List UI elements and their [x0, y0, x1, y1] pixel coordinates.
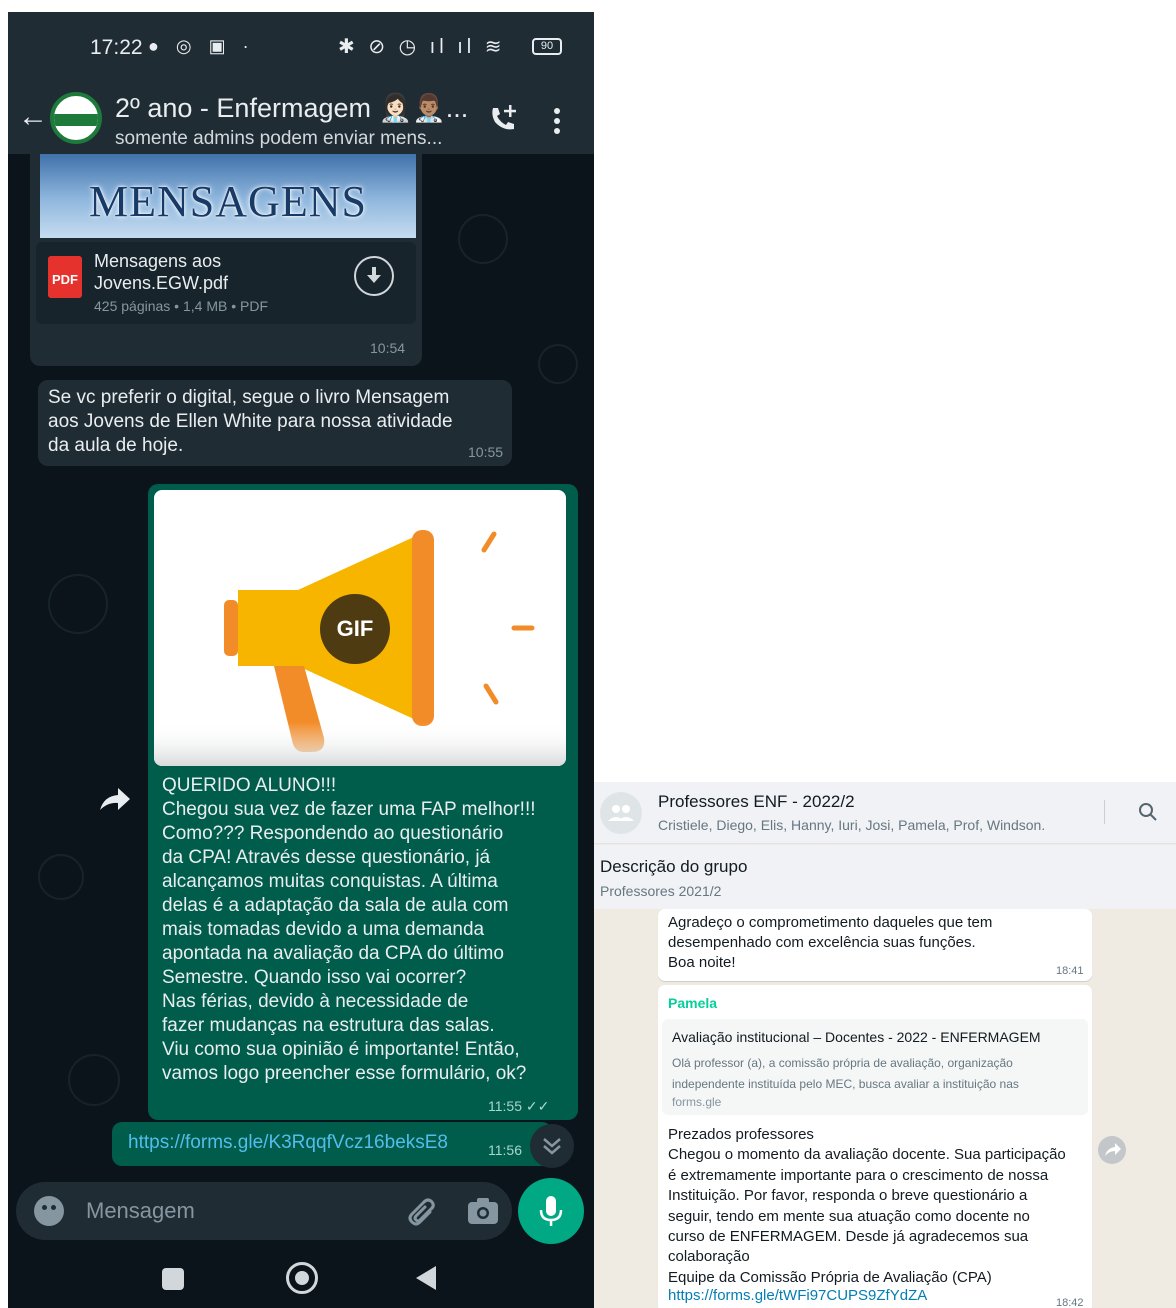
screenshot-collage: 17:22 ● ◎ ▣ · ✱ ⊘ ◷ ıl ıl ≋ 90 ← 2º ano … [0, 0, 1176, 1308]
pdf-thumbnail[interactable]: MENSAGENS [40, 154, 416, 238]
web-message[interactable]: Pamela Avaliação institucional – Docente… [658, 985, 1092, 1308]
pdf-file-meta: 425 páginas • 1,4 MB • PDF [94, 298, 269, 314]
back-arrow-icon[interactable]: ← [18, 100, 48, 134]
system-icons: ✱ ⊘ ◷ ıl ıl ≋ [338, 36, 506, 58]
web-group-title: Professores ENF - 2022/2 [658, 792, 855, 811]
link-message[interactable]: https://forms.gle/K3RqqfVcz16beksE8 11:5… [112, 1122, 552, 1166]
pdf-message[interactable]: MENSAGENS PDF Mensagens aos Jovens.EGW.p… [30, 154, 422, 366]
web-group-members: Cristiele, Diego, Elis, Hanny, Iuri, Jos… [658, 817, 1044, 833]
pdf-file-name: Mensagens aos Jovens.EGW.pdf [94, 251, 229, 293]
message-time: 10:54 [370, 340, 406, 356]
text-message[interactable]: Se vc preferir o digital, segue o livro … [38, 380, 512, 466]
download-icon[interactable] [354, 256, 394, 296]
group-people-icon [608, 805, 634, 821]
group-avatar[interactable] [50, 92, 102, 144]
link-preview-title: Avaliação institucional – Docentes - 202… [672, 1029, 1041, 1045]
pdf-banner-text: MENSAGENS [89, 177, 367, 226]
message-time: 18:41 [1056, 965, 1084, 977]
scroll-to-bottom-button[interactable] [530, 1124, 574, 1168]
double-chevron-down-icon [543, 1138, 561, 1155]
camera-icon[interactable] [466, 1196, 500, 1226]
message-time: 10:55 [468, 444, 504, 460]
chat-area[interactable]: MENSAGENS PDF Mensagens aos Jovens.EGW.p… [8, 154, 594, 1176]
message-text: QUERIDO ALUNO!!! Chegou sua vez de fazer… [162, 775, 536, 1084]
pdf-file-row[interactable]: PDF Mensagens aos Jovens.EGW.pdf 425 pág… [36, 242, 416, 324]
message-input-placeholder: Mensagem [86, 1198, 195, 1223]
sender-name[interactable]: Pamela [668, 995, 717, 1011]
forward-message-button[interactable] [1098, 1136, 1126, 1164]
gif-badge[interactable]: GIF [320, 594, 390, 664]
message-link[interactable]: https://forms.gle/tWFi97CUPS9ZfYdZA [668, 1287, 927, 1304]
message-text: Agradeço o comprometimento daqueles que … [668, 914, 993, 971]
web-chat-header[interactable]: Professores ENF - 2022/2 Cristiele, Dieg… [594, 782, 1176, 844]
battery-icon: 90 [532, 38, 562, 55]
group-avatar-placeholder[interactable] [600, 792, 642, 834]
overflow-menu-icon[interactable] [554, 108, 562, 134]
whatsapp-web-panel: Professores ENF - 2022/2 Cristiele, Dieg… [594, 782, 1176, 1308]
status-time: 17:22 [90, 36, 143, 59]
group-subtitle: somente admins podem enviar mens... [115, 128, 443, 149]
pdf-file-icon: PDF [48, 256, 82, 298]
home-icon[interactable] [286, 1262, 318, 1294]
wallpaper-doodle [38, 854, 84, 900]
microphone-button[interactable] [518, 1178, 584, 1244]
header-divider [1104, 800, 1105, 824]
emoji-icon[interactable] [34, 1196, 64, 1226]
wallpaper-doodle [48, 574, 108, 634]
gif-preview[interactable]: GIF [154, 490, 566, 766]
message-time: 18:42 [1056, 1297, 1084, 1308]
forward-icon [1105, 1143, 1121, 1156]
forward-icon[interactable] [94, 780, 134, 820]
link-preview-domain: forms.gle [672, 1095, 722, 1109]
message-composer: Mensagem [8, 1176, 594, 1244]
chat-header: ← 2º ano - Enfermagem 👩🏻‍⚕️👨🏽‍⚕️... some… [8, 82, 594, 154]
message-text: Se vc preferir o digital, segue o livro … [48, 387, 453, 456]
microphone-icon [539, 1196, 563, 1226]
search-icon[interactable] [1138, 802, 1158, 822]
notification-icons: ● ◎ ▣ · [148, 36, 255, 56]
wallpaper-doodle [538, 344, 578, 384]
link-preview-description: Olá professor (a), a comissão própria de… [672, 1056, 1019, 1091]
status-bar: 17:22 ● ◎ ▣ · ✱ ⊘ ◷ ıl ıl ≋ 90 [8, 12, 594, 82]
attach-clip-icon[interactable] [402, 1194, 436, 1228]
group-title[interactable]: 2º ano - Enfermagem 👩🏻‍⚕️👨🏽‍⚕️... [115, 92, 468, 124]
group-description-bar[interactable]: Descrição do grupo Professores 2021/2 [594, 845, 1176, 909]
message-time-read: 11:55 ✓✓ [488, 1098, 550, 1114]
link-preview[interactable]: Avaliação institucional – Docentes - 202… [662, 1019, 1088, 1115]
web-message[interactable]: Agradeço o comprometimento daqueles que … [658, 909, 1092, 981]
message-time: 11:56 [488, 1142, 522, 1158]
recents-icon[interactable] [162, 1268, 184, 1290]
add-call-icon[interactable] [486, 102, 520, 136]
wallpaper-doodle [68, 1054, 120, 1106]
android-nav-bar [8, 1244, 594, 1308]
group-description-text: Professores 2021/2 [600, 883, 722, 899]
group-description-title: Descrição do grupo [600, 857, 748, 876]
message-text: Prezados professores Chegou o momento da… [668, 1126, 1066, 1286]
message-link[interactable]: https://forms.gle/K3RqqfVcz16beksE8 [128, 1132, 448, 1154]
back-icon[interactable] [416, 1266, 436, 1290]
gif-message[interactable]: GIF QUERIDO ALUNO!!! Chegou sua vez de f… [148, 484, 578, 1120]
message-input[interactable]: Mensagem [16, 1182, 512, 1240]
wallpaper-doodle [458, 214, 508, 264]
android-whatsapp-screen: 17:22 ● ◎ ▣ · ✱ ⊘ ◷ ıl ıl ≋ 90 ← 2º ano … [8, 12, 594, 1308]
